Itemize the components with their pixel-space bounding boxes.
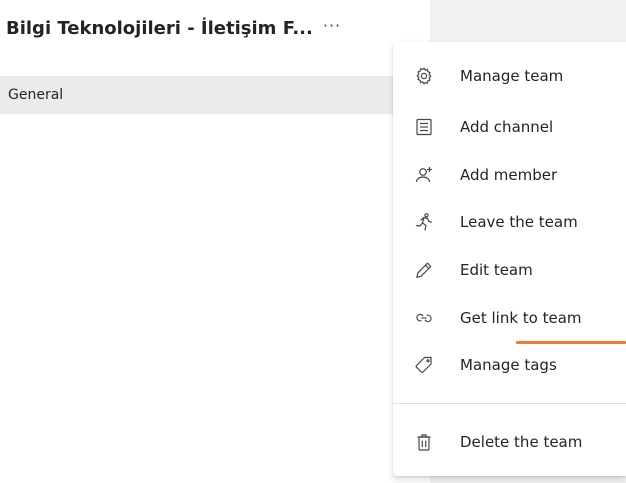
menu-item-label: Add member bbox=[460, 166, 558, 184]
menu-item-add-member[interactable]: Add member bbox=[393, 155, 626, 195]
trash-icon bbox=[414, 432, 434, 452]
menu-item-label: Manage tags bbox=[460, 356, 557, 374]
menu-divider bbox=[393, 403, 626, 404]
more-options-button[interactable]: ··· bbox=[319, 18, 345, 34]
running-person-icon bbox=[414, 212, 434, 232]
pencil-icon bbox=[414, 260, 434, 280]
link-icon bbox=[414, 308, 434, 328]
menu-item-get-link[interactable]: Get link to team bbox=[393, 298, 626, 338]
channel-item-general[interactable]: General bbox=[0, 76, 430, 114]
gear-icon bbox=[414, 66, 434, 86]
team-header: Bilgi Teknolojileri - İletişim F... ··· bbox=[6, 10, 345, 46]
menu-item-label: Add channel bbox=[460, 118, 554, 136]
team-options-menu: Manage team Add channel Add member Leave… bbox=[393, 42, 626, 476]
menu-item-label: Edit team bbox=[460, 261, 533, 279]
menu-item-label: Delete the team bbox=[460, 433, 583, 451]
menu-item-label: Manage team bbox=[460, 67, 564, 85]
channel-label: General bbox=[8, 87, 64, 103]
tag-icon bbox=[414, 355, 434, 375]
menu-item-manage-team[interactable]: Manage team bbox=[393, 56, 626, 96]
team-title[interactable]: Bilgi Teknolojileri - İletişim F... bbox=[6, 18, 313, 39]
menu-item-add-channel[interactable]: Add channel bbox=[393, 107, 626, 147]
menu-item-edit-team[interactable]: Edit team bbox=[393, 250, 626, 290]
menu-item-manage-tags[interactable]: Manage tags bbox=[393, 345, 626, 385]
menu-item-delete-team[interactable]: Delete the team bbox=[393, 422, 626, 462]
channel-list-icon bbox=[414, 117, 434, 137]
add-person-icon bbox=[414, 165, 434, 185]
menu-item-label: Get link to team bbox=[460, 309, 582, 327]
menu-item-leave-team[interactable]: Leave the team bbox=[393, 202, 626, 242]
active-underline bbox=[516, 341, 626, 344]
menu-item-label: Leave the team bbox=[460, 213, 578, 231]
